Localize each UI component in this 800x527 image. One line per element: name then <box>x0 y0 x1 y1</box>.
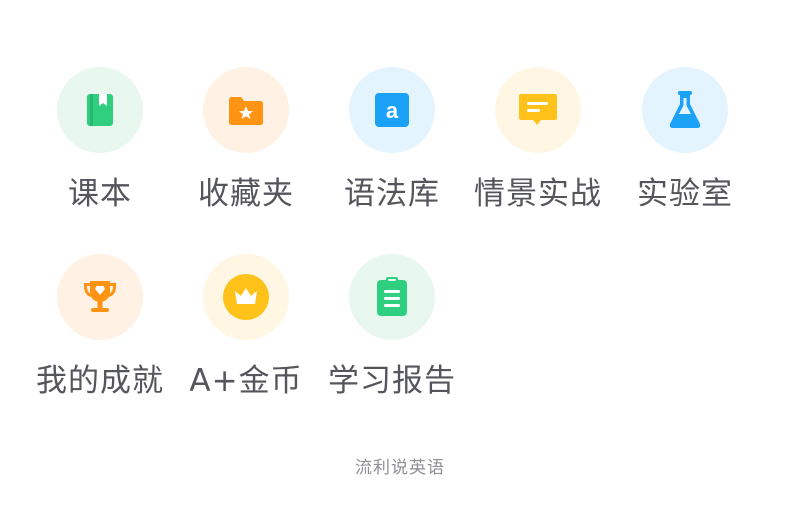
lab-icon-circle <box>642 67 728 153</box>
favorites-icon-circle <box>203 67 289 153</box>
lab-label: 实验室 <box>637 176 733 212</box>
report-label: 学习报告 <box>328 363 456 399</box>
grammar-tile[interactable]: a 语法库 <box>319 67 465 227</box>
coins-icon-circle <box>203 254 289 340</box>
trophy-icon <box>84 281 116 312</box>
chat-bubble-icon <box>519 94 557 125</box>
textbook-tile[interactable]: 课本 <box>27 67 173 227</box>
svg-text:a: a <box>386 98 399 123</box>
scenario-tile[interactable]: 情景实战 <box>465 67 611 227</box>
grammar-icon-circle: a <box>349 67 435 153</box>
achievements-tile[interactable]: 我的成就 <box>27 254 173 414</box>
crown-coin-icon <box>223 274 269 320</box>
star-folder-icon <box>229 97 263 125</box>
scenario-icon-circle <box>495 67 581 153</box>
flask-icon <box>669 91 701 128</box>
textbook-icon-circle <box>57 67 143 153</box>
lab-tile[interactable]: 实验室 <box>612 67 758 227</box>
feature-grid: 课本 收藏夹 a 语法库 情景实战 实验室 我的成就 A+金币 学习报告 <box>0 0 800 527</box>
report-icon-circle <box>349 254 435 340</box>
coins-tile[interactable]: A+金币 <box>173 254 319 414</box>
clipboard-report-icon <box>377 277 407 316</box>
favorites-tile[interactable]: 收藏夹 <box>173 67 319 227</box>
achievements-icon-circle <box>57 254 143 340</box>
footer-brand: 流利说英语 <box>355 458 445 478</box>
textbook-icon <box>87 94 113 126</box>
report-tile[interactable]: 学习报告 <box>319 254 465 414</box>
grammar-a-icon: a <box>375 93 409 127</box>
